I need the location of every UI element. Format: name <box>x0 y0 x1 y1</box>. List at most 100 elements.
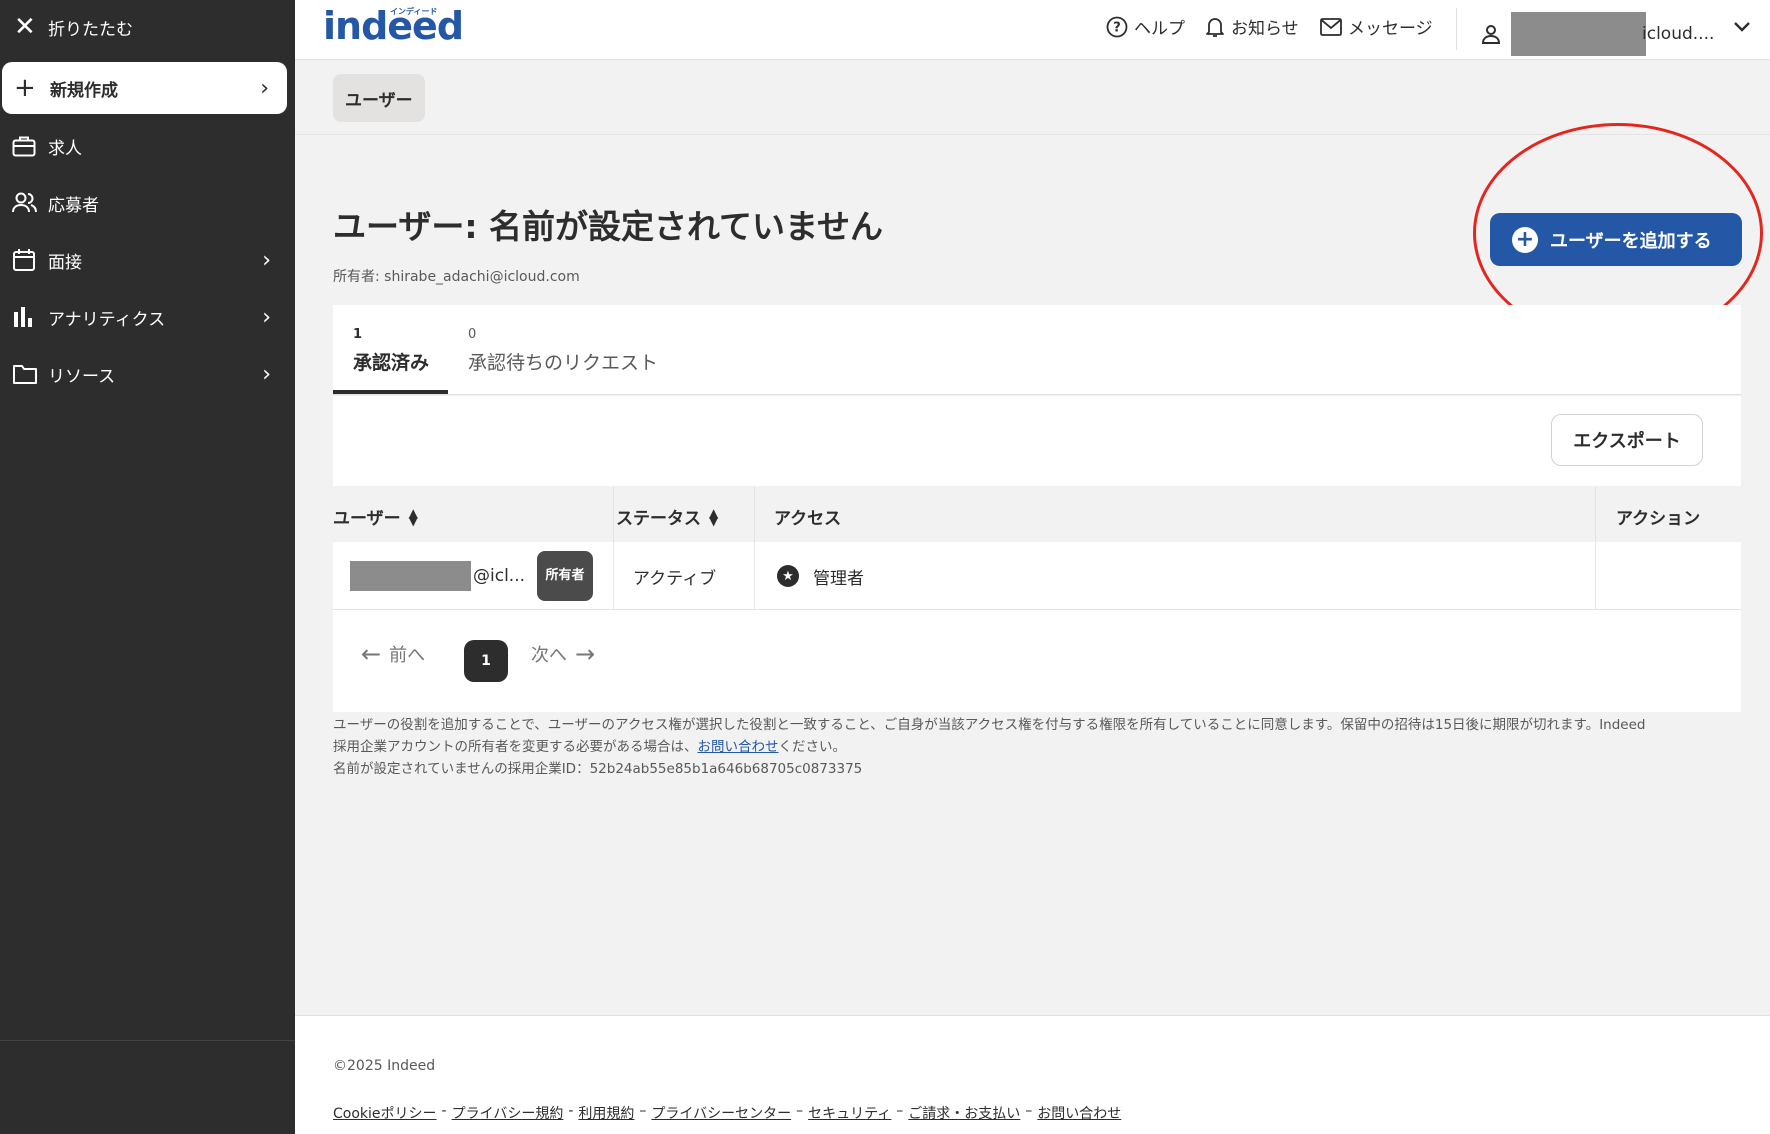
sidebar-divider <box>0 1040 295 1041</box>
export-button[interactable]: エクスポート <box>1551 414 1703 466</box>
bell-icon <box>1205 16 1225 38</box>
footer-link-billing[interactable]: ご請求・お支払い <box>908 1103 1020 1123</box>
breadcrumb-bar: ユーザー <box>295 61 1770 135</box>
user-icon <box>1481 24 1501 44</box>
close-icon: ✕ <box>14 12 36 42</box>
column-header-access: アクセス <box>774 504 841 529</box>
redacted-username <box>350 561 471 591</box>
column-divider <box>1595 486 1596 610</box>
star-icon: ★ <box>777 565 799 587</box>
footer-link-security[interactable]: セキュリティ <box>808 1103 891 1123</box>
chevron-right-icon: › <box>262 247 271 273</box>
sidebar-item-analytics[interactable]: アナリティクス › <box>0 291 295 343</box>
footer-links: Cookieポリシー - プライバシー規約 - 利用規約 – プライバシーセンタ… <box>333 1103 1121 1123</box>
table-toolbar: エクスポート <box>333 396 1741 486</box>
help-icon: ? <box>1106 16 1128 38</box>
new-create-label: 新規作成 <box>50 80 118 101</box>
sort-icon: ▲ ▼ <box>408 505 418 528</box>
help-link[interactable]: ? ヘルプ <box>1106 14 1185 39</box>
disclaimer-text: ユーザーの役割を追加することで、ユーザーのアクセス権が選択した役割と一致すること… <box>333 714 1741 780</box>
contact-link[interactable]: お問い合わせ <box>698 739 779 755</box>
prev-label: 前へ <box>389 645 426 666</box>
next-label: 次へ <box>531 645 567 666</box>
footer-separator: – <box>1025 1103 1033 1119</box>
copyright: ©2025 Indeed <box>333 1058 436 1074</box>
footer-link-terms[interactable]: 利用規約 <box>578 1103 634 1123</box>
calendar-icon <box>12 248 48 272</box>
account-label: icloud.... <box>1642 24 1715 44</box>
people-icon <box>12 192 48 214</box>
table-header: ユーザー ▲ ▼ ステータス ▲ ▼ アクセス アクション <box>333 486 1741 542</box>
briefcase-icon <box>12 135 48 157</box>
chevron-right-icon: › <box>262 304 271 330</box>
disclaimer-line-3: 名前が設定されていませんの採用企業ID：52b24ab55e85b1a646b6… <box>333 761 863 777</box>
messages-label: メッセージ <box>1348 19 1433 39</box>
chevron-right-icon: › <box>260 75 269 101</box>
arrow-left-icon: ← <box>361 640 382 668</box>
disclaimer-text-pre: 採用企業アカウントの所有者を変更する必要がある場合は、 <box>333 739 698 755</box>
footer-link-cookie[interactable]: Cookieポリシー <box>333 1103 437 1123</box>
page-number-current[interactable]: 1 <box>464 640 508 682</box>
column-header-status[interactable]: ステータス ▲ ▼ <box>616 504 719 530</box>
tab-approved[interactable]: 1 承認済み <box>353 327 429 375</box>
sidebar-item-label: リソース <box>48 366 116 387</box>
column-header-label: ユーザー <box>333 509 401 529</box>
column-header-label: アクション <box>1616 509 1701 529</box>
column-header-action: アクション <box>1616 504 1700 529</box>
sidebar-item-applicants[interactable]: 応募者 <box>0 177 295 229</box>
sidebar-item-label: 面接 <box>48 252 82 273</box>
sort-icon: ▲ ▼ <box>709 505 719 528</box>
column-divider <box>754 486 755 610</box>
indeed-logo[interactable]: indeed <box>323 4 464 48</box>
tab-label: 承認待ちのリクエスト <box>468 352 659 374</box>
tab-pending-requests[interactable]: 0 承認待ちのリクエスト <box>468 327 658 375</box>
chevron-down-icon[interactable] <box>1733 18 1751 37</box>
sidebar-item-label: アナリティクス <box>48 309 166 330</box>
table-row: @icl... 所有者 アクティブ ★ 管理者 <box>333 542 1741 610</box>
mail-icon <box>1320 17 1342 36</box>
notifications-link[interactable]: お知らせ <box>1205 14 1299 39</box>
sidebar-item-jobs[interactable]: 求人 <box>0 120 295 172</box>
breadcrumb[interactable]: ユーザー <box>333 74 425 122</box>
next-page-button[interactable]: 次へ → <box>531 640 595 668</box>
messages-link[interactable]: メッセージ <box>1320 14 1433 39</box>
page-title: ユーザー: 名前が設定されていません <box>333 207 884 246</box>
pagination: ← 前へ 1 次へ → <box>333 610 1741 712</box>
footer-link-privacy-policy[interactable]: プライバシー規約 <box>452 1103 564 1123</box>
tab-count: 0 <box>468 327 477 342</box>
footer-link-contact[interactable]: お問い合わせ <box>1037 1103 1121 1123</box>
sidebar-item-resources[interactable]: リソース › <box>0 348 295 400</box>
access-label: 管理者 <box>813 568 864 589</box>
user-cell: @icl... 所有者 <box>350 542 594 610</box>
disclaimer-text-post: ください。 <box>778 739 847 755</box>
disclaimer-line-1: ユーザーの役割を追加することで、ユーザーのアクセス権が選択した役割と一致すること… <box>333 717 1646 733</box>
top-header: インディード indeed ? ヘルプ お知らせ メッセージ icloud...… <box>295 0 1770 60</box>
footer: ©2025 Indeed Cookieポリシー - プライバシー規約 - 利用規… <box>295 1015 1770 1134</box>
notifications-label: お知らせ <box>1231 19 1299 39</box>
folder-icon <box>12 363 48 385</box>
tab-count: 1 <box>353 327 363 342</box>
tab-label: 承認済み <box>353 352 430 374</box>
column-header-label: アクセス <box>774 509 842 529</box>
sidebar-item-interviews[interactable]: 面接 › <box>0 234 295 286</box>
new-create-button[interactable]: + 新規作成 › <box>2 62 287 114</box>
owner-line: 所有者: shirabe_adachi@icloud.com <box>333 269 580 285</box>
footer-separator: - <box>568 1103 574 1119</box>
collapse-label: 折りたたむ <box>48 19 133 40</box>
plus-icon: + <box>14 73 36 103</box>
bar-chart-icon <box>12 306 48 328</box>
active-tab-underline <box>333 390 448 394</box>
sidebar-item-label: 応募者 <box>48 195 99 216</box>
collapse-button[interactable]: ✕ 折りたたむ <box>0 0 295 54</box>
status-cell: アクティブ <box>633 568 717 589</box>
footer-separator: - <box>441 1103 447 1119</box>
footer-link-privacy-center[interactable]: プライバシーセンター <box>651 1103 791 1123</box>
column-header-user[interactable]: ユーザー ▲ ▼ <box>333 504 418 530</box>
column-divider <box>613 486 614 610</box>
sidebar-item-label: 求人 <box>48 138 82 159</box>
help-label: ヘルプ <box>1134 19 1185 39</box>
account-menu[interactable]: icloud.... <box>1481 12 1714 56</box>
prev-page-button[interactable]: ← 前へ <box>361 640 425 668</box>
access-cell: ★ 管理者 <box>777 542 864 610</box>
footer-separator: – <box>796 1103 804 1119</box>
